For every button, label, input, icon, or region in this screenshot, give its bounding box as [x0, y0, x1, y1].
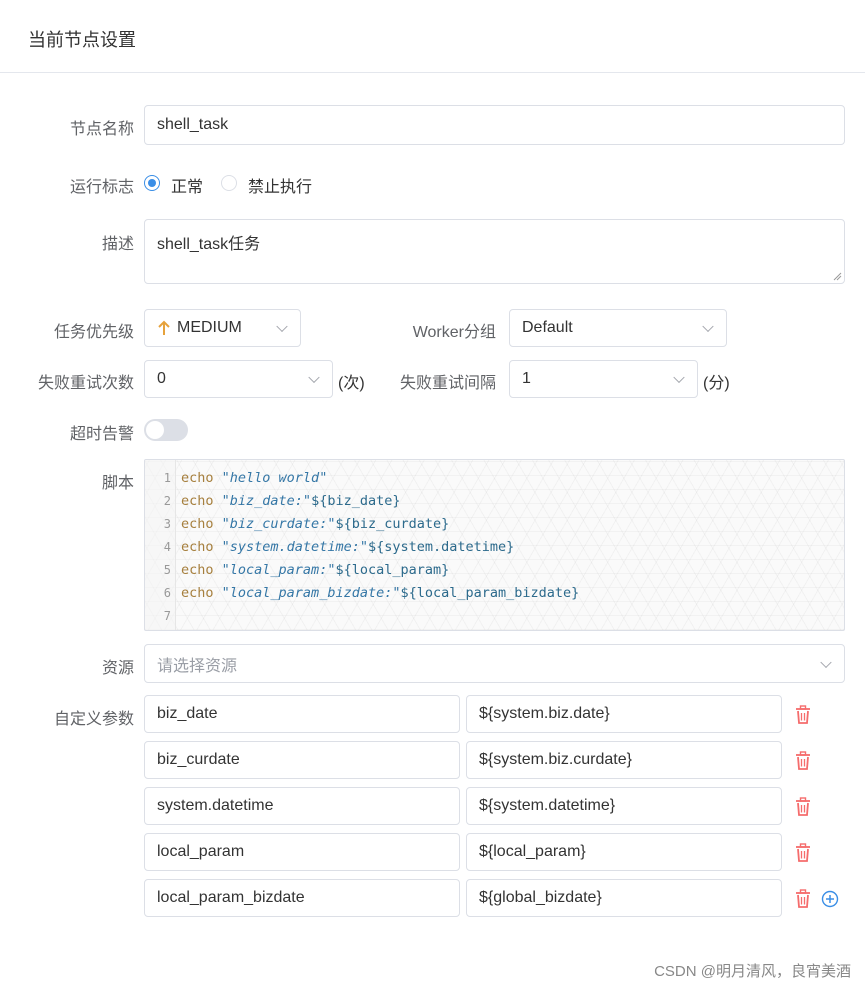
- resize-handle-icon[interactable]: [833, 272, 842, 281]
- code-keyword: echo: [181, 562, 214, 578]
- code-variable: ${local_param_bizdate}: [400, 585, 580, 601]
- line-number: 7: [163, 609, 171, 623]
- code-line: echo "local_param_bizdate:"${local_param…: [181, 585, 579, 601]
- code-line: echo "biz_curdate:"${biz_curdate}: [181, 516, 449, 532]
- delete-icon[interactable]: [794, 797, 812, 817]
- priority-label: 任务优先级: [53, 324, 134, 341]
- timeout-alert-label: 超时告警: [69, 426, 134, 443]
- resources-select[interactable]: 请选择资源: [144, 644, 845, 683]
- code-string: "system.datetime:": [221, 539, 368, 555]
- fail-retry-times-select[interactable]: 0: [144, 360, 333, 398]
- code-string: "hello world": [221, 470, 328, 486]
- script-editor[interactable]: 1 echo "hello world" 2 echo "biz_date:"${bi…: [144, 459, 845, 631]
- code-string: "local_param:": [221, 562, 336, 578]
- fail-retry-interval-unit: (分): [703, 375, 730, 392]
- custom-params-label: 自定义参数: [53, 711, 134, 728]
- code-line: echo "hello world": [181, 470, 327, 486]
- description-text: shell_task任务: [157, 236, 261, 253]
- delete-icon[interactable]: [794, 889, 812, 909]
- param-value-input[interactable]: ${global_bizdate}: [466, 879, 782, 917]
- description-label: 描述: [101, 236, 134, 253]
- chevron-down-icon: [820, 656, 832, 668]
- param-value-input[interactable]: ${system.biz.date}: [466, 695, 782, 733]
- run-flag-label: 运行标志: [69, 179, 134, 196]
- code-string: "biz_curdate:": [221, 516, 336, 532]
- code-line: echo "system.datetime:"${system.datetime…: [181, 539, 514, 555]
- node-name-input[interactable]: shell_task: [144, 105, 845, 145]
- param-name-input[interactable]: local_param_bizdate: [144, 879, 460, 917]
- fail-retry-times-label: 失败重试次数: [37, 375, 134, 392]
- node-name-label: 节点名称: [69, 121, 134, 138]
- param-name-input[interactable]: system.datetime: [144, 787, 460, 825]
- delete-icon[interactable]: [794, 705, 812, 725]
- fail-retry-interval-select[interactable]: 1: [509, 360, 698, 398]
- code-line: echo "biz_date:"${biz_date}: [181, 493, 400, 509]
- run-flag-normal-radio[interactable]: [144, 175, 160, 191]
- run-flag-normal-text: 正常: [171, 179, 204, 196]
- fail-retry-interval-label: 失败重试间隔: [399, 375, 496, 392]
- priority-select[interactable]: MEDIUM: [144, 309, 301, 347]
- fail-retry-times-unit: (次): [338, 375, 365, 392]
- line-number: 5: [163, 563, 171, 577]
- code-variable: ${system.datetime}: [367, 539, 515, 555]
- param-value-input[interactable]: ${system.datetime}: [466, 787, 782, 825]
- line-number: 1: [163, 471, 171, 485]
- worker-group-select[interactable]: Default: [509, 309, 727, 347]
- watermark: CSDN @明月清风，良宵美酒: [654, 963, 851, 980]
- fail-retry-times-value: 0: [157, 370, 166, 387]
- code-variable: ${local_param}: [335, 562, 450, 578]
- worker-group-label: Worker分组: [412, 324, 496, 341]
- code-string: "biz_date:": [221, 493, 312, 509]
- priority-value: MEDIUM: [177, 319, 242, 336]
- line-number: 2: [163, 494, 171, 508]
- run-flag-forbidden-text: 禁止执行: [248, 179, 313, 196]
- run-flag-forbidden-radio[interactable]: [221, 175, 237, 191]
- delete-icon[interactable]: [794, 751, 812, 771]
- chevron-down-icon: [276, 320, 288, 333]
- description-textarea[interactable]: shell_task任务: [144, 219, 845, 284]
- param-name-input[interactable]: local_param: [144, 833, 460, 871]
- code-keyword: echo: [181, 470, 214, 486]
- script-label: 脚本: [101, 475, 134, 492]
- timeout-alert-toggle[interactable]: [144, 419, 188, 441]
- param-value-input[interactable]: ${local_param}: [466, 833, 782, 871]
- panel-title: 当前节点设置: [28, 30, 136, 50]
- fail-retry-interval-value: 1: [522, 370, 531, 387]
- worker-group-value: Default: [522, 319, 573, 336]
- code-variable: ${biz_date}: [311, 493, 401, 509]
- line-number: 4: [163, 540, 171, 554]
- param-name-input[interactable]: biz_curdate: [144, 741, 460, 779]
- chevron-down-icon: [702, 320, 714, 333]
- code-keyword: echo: [181, 585, 214, 601]
- line-number: 6: [163, 586, 171, 600]
- param-value-input[interactable]: ${system.biz.curdate}: [466, 741, 782, 779]
- code-keyword: echo: [181, 539, 214, 555]
- code-variable: ${biz_curdate}: [335, 516, 450, 532]
- param-name-input[interactable]: biz_date: [144, 695, 460, 733]
- code-line: echo "local_param:"${local_param}: [181, 562, 449, 578]
- code-keyword: echo: [181, 493, 214, 509]
- resources-placeholder: 请选择资源: [157, 657, 238, 675]
- line-number: 3: [163, 517, 171, 531]
- add-param-icon[interactable]: [821, 890, 839, 908]
- chevron-down-icon: [673, 371, 685, 384]
- code-keyword: echo: [181, 516, 214, 532]
- panel-header: 当前节点设置: [0, 0, 865, 73]
- arrow-up-icon: [158, 320, 170, 335]
- code-string: "local_param_bizdate:": [221, 585, 401, 601]
- delete-icon[interactable]: [794, 843, 812, 863]
- chevron-down-icon: [308, 371, 320, 384]
- resources-label: 资源: [101, 660, 134, 677]
